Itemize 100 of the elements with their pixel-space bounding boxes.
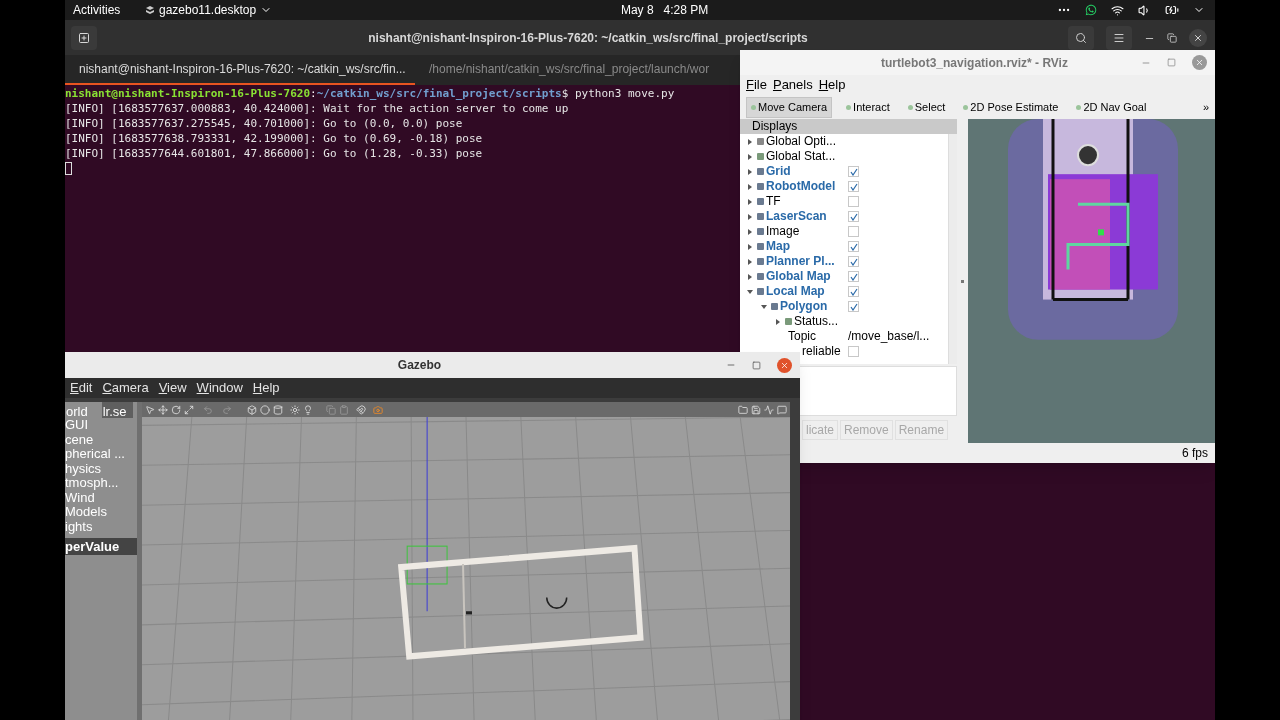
menu-item[interactable]: Edit	[70, 378, 93, 398]
restore-icon[interactable]	[1167, 33, 1177, 43]
more-tools-button[interactable]: »	[1202, 98, 1209, 116]
checkbox[interactable]	[848, 346, 859, 357]
tool-button[interactable]: Move Camera	[746, 96, 833, 118]
date-text[interactable]: May 8	[620, 1, 654, 19]
search-button[interactable]	[1068, 26, 1094, 50]
window-title: Gazebo	[396, 357, 443, 374]
cylinder-icon[interactable]	[273, 404, 283, 415]
sphere-icon[interactable]	[260, 404, 270, 415]
panel-tab[interactable]: lr.se	[101, 402, 133, 418]
expand-arrow-icon[interactable]	[746, 212, 754, 221]
close-icon	[1193, 33, 1203, 43]
expand-arrow-icon[interactable]	[746, 242, 754, 251]
tool-button[interactable]: Interact	[842, 96, 894, 118]
app-icon	[145, 5, 155, 15]
log-icon[interactable]	[777, 404, 787, 415]
tool-icon	[907, 104, 913, 110]
battery-icon[interactable]	[1165, 3, 1179, 17]
checkbox[interactable]	[848, 301, 859, 312]
app-name: gazebo11.desktop	[159, 2, 257, 19]
expand-arrow-icon[interactable]	[746, 257, 754, 266]
menu-item[interactable]: Help	[818, 75, 846, 95]
checkbox[interactable]	[848, 166, 859, 177]
display-label[interactable]: Planner Pl...	[766, 254, 835, 269]
checkbox[interactable]	[848, 196, 859, 207]
box-icon[interactable]	[247, 404, 257, 415]
terminal-tab[interactable]: /home/nishant/catkin_ws/src/final_project/launch/wor	[415, 55, 740, 85]
expand-arrow-icon[interactable]	[746, 182, 754, 191]
new-tab-button[interactable]	[71, 25, 97, 50]
collapse-arrow-icon[interactable]	[746, 287, 754, 296]
activities-button[interactable]: Activities	[73, 1, 145, 19]
checkbox[interactable]	[848, 271, 859, 282]
expand-arrow-icon[interactable]	[746, 152, 754, 161]
checkbox[interactable]	[848, 211, 859, 222]
display-label[interactable]: Grid	[766, 164, 791, 179]
display-type-icon	[771, 303, 778, 310]
checkbox[interactable]	[848, 241, 859, 252]
plot-icon[interactable]	[764, 404, 774, 415]
display-label[interactable]: Global Map	[766, 269, 831, 284]
folder-icon[interactable]	[738, 404, 748, 415]
tool-button[interactable]: 2D Pose Estimate	[959, 96, 1063, 118]
display-label[interactable]: Image	[766, 224, 800, 239]
chat-icon[interactable]	[1085, 4, 1097, 16]
checkbox[interactable]	[848, 256, 859, 267]
expand-arrow-icon[interactable]	[746, 167, 754, 176]
display-label[interactable]: Status...	[794, 314, 839, 329]
scale-icon[interactable]	[184, 404, 194, 415]
sun-icon[interactable]	[290, 404, 300, 415]
display-label[interactable]: RobotModel	[766, 179, 836, 194]
menu-item[interactable]: Help	[252, 378, 280, 398]
checkbox[interactable]	[848, 226, 859, 237]
magnet-icon[interactable]	[356, 404, 366, 415]
close-icon	[780, 360, 789, 370]
terminal-tab[interactable]: nishant@nishant-Inspiron-16-Plus-7620: ~/catkin_ws/src/fin...	[65, 55, 415, 85]
checkbox[interactable]	[848, 181, 859, 192]
wifi-icon[interactable]	[1111, 3, 1124, 17]
display-label[interactable]: Global Stat...	[766, 149, 836, 164]
menu-item[interactable]: Window	[196, 378, 243, 398]
tool-button[interactable]: Select	[903, 96, 950, 118]
display-label[interactable]: Polygon	[780, 299, 828, 314]
panel-header: Displays	[740, 119, 957, 134]
tool-button[interactable]: 2D Nav Goal	[1072, 96, 1151, 118]
world-tree-item[interactable]: perValue	[65, 538, 137, 555]
display-label[interactable]: Global Opti...	[766, 134, 837, 149]
expand-arrow-icon[interactable]	[746, 197, 754, 206]
menu-item[interactable]: Panels	[772, 75, 813, 95]
scrollbar[interactable]	[948, 134, 957, 364]
display-label[interactable]: Local Map	[766, 284, 825, 299]
checkbox[interactable]	[848, 286, 859, 297]
display-type-icon	[757, 213, 764, 220]
menu-item[interactable]: View	[158, 378, 187, 398]
expand-arrow-icon[interactable]	[746, 272, 754, 281]
display-label[interactable]: Topic	[788, 329, 816, 344]
light-icon[interactable]	[303, 404, 313, 415]
search-icon	[1075, 32, 1087, 44]
expand-arrow-icon[interactable]	[746, 227, 754, 236]
display-label[interactable]: Map	[766, 239, 790, 254]
clock-text[interactable]: 4:28 PM	[663, 1, 709, 19]
collapse-arrow-icon[interactable]	[760, 302, 768, 311]
expand-arrow-icon[interactable]	[774, 317, 782, 326]
rotate-icon[interactable]	[171, 404, 181, 415]
display-type-icon	[757, 168, 764, 175]
display-label[interactable]: reliable	[802, 344, 841, 359]
display-label[interactable]: TF	[766, 194, 781, 209]
volume-icon[interactable]	[1138, 3, 1151, 17]
move-icon[interactable]	[158, 404, 168, 415]
menu-item[interactable]: Camera	[102, 378, 149, 398]
terminal-output-line: [INFO] [1683577644.601801, 47.866000]: Go to (1.28, -0.33) pose	[65, 146, 483, 161]
display-label[interactable]: LaserScan	[766, 209, 827, 224]
expand-arrow-icon[interactable]	[746, 137, 754, 146]
maximize-icon[interactable]	[752, 360, 761, 370]
menu-button[interactable]	[1106, 26, 1132, 50]
save-icon[interactable]	[751, 404, 761, 415]
splitter-handle-icon[interactable]	[961, 279, 964, 283]
menu-item[interactable]: File	[746, 75, 767, 95]
app-menu[interactable]: gazebo11.desktop	[145, 1, 273, 19]
display-type-icon	[757, 228, 764, 235]
select-icon[interactable]	[145, 404, 155, 415]
window-title: turtlebot3_navigation.rviz* - RViz	[880, 54, 1069, 72]
